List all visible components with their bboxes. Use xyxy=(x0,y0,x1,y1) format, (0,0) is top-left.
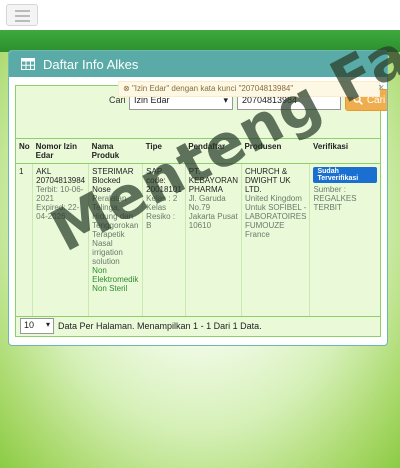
results-table: No Nomor Izin Edar Nama Produk Tipe Pend… xyxy=(16,138,380,316)
table-header-row: No Nomor Izin Edar Nama Produk Tipe Pend… xyxy=(16,138,380,164)
col-header-tipe: Tipe xyxy=(142,138,186,164)
cell-no: 1 xyxy=(16,163,34,316)
menu-toggle-button[interactable] xyxy=(6,4,38,26)
header-banner xyxy=(0,30,400,52)
izin-expired: Expired: 22-04-2026 xyxy=(36,203,80,221)
cell-tipe: SAP code: 20018101 Kelas : 2 Kelas Resik… xyxy=(142,163,186,316)
izin-number: AKL 20704813984 xyxy=(36,167,86,185)
table-row: 1 AKL 20704813984 Terbit: 10-06-2021 Exp… xyxy=(16,163,380,316)
cell-produk: STERIMAR Blocked Nose Peralatan Telinga,… xyxy=(88,163,144,316)
alkes-panel: Daftar Info Alkes Cari Izin Edar ▾ 20704… xyxy=(8,50,388,346)
pendaftar-address: Jl. Garuda No.79 Jakarta Pusat 10610 xyxy=(188,194,238,230)
produsen-address: United Kingdom Untuk SOFIBEL - LABORATOI… xyxy=(244,194,307,239)
col-header-izin: Nomor Izin Edar xyxy=(32,138,89,164)
produk-desc: Peralatan Telinga, Hidung dan Tenggoroka… xyxy=(92,194,139,266)
verif-source: Sumber : REGALKES TERBIT xyxy=(313,185,357,212)
search-alert-text: "Izin Edar" dengan kata kunci "207048139… xyxy=(131,84,294,93)
per-page-select[interactable]: 10 ▾ xyxy=(20,318,54,334)
verified-badge: Sudah Terverifikasi xyxy=(313,167,377,183)
close-circle-icon: ⊗ xyxy=(123,84,130,93)
cell-izin: AKL 20704813984 Terbit: 10-06-2021 Expir… xyxy=(32,163,90,316)
izin-terbit: Terbit: 10-06-2021 xyxy=(36,185,84,203)
col-header-no: No xyxy=(16,138,33,164)
tipe-resiko: Kelas Resiko : B xyxy=(146,203,176,230)
tipe-kelas: Kelas : 2 xyxy=(146,194,178,203)
per-page-value: 10 xyxy=(24,320,35,330)
panel-title: Daftar Info Alkes xyxy=(43,56,139,72)
chevron-down-icon: ▾ xyxy=(45,320,50,329)
produk-status: Non Elektromedik Non Steril xyxy=(92,266,139,293)
cell-pendaftar: PT. KEBAYORAN PHARMA Jl. Garuda No.79 Ja… xyxy=(185,163,242,316)
close-icon[interactable]: × xyxy=(378,82,384,94)
produsen-name: CHURCH & DWIGHT UK LTD. xyxy=(244,167,291,194)
table-icon xyxy=(21,58,35,70)
cell-produsen: CHURCH & DWIGHT UK LTD. United Kingdom U… xyxy=(241,163,311,316)
produk-name: STERIMAR Blocked Nose xyxy=(92,167,134,194)
pendaftar-name: PT. KEBAYORAN PHARMA xyxy=(188,167,238,194)
tipe-sap: SAP code: 20018101 xyxy=(146,167,182,194)
panel-header: Daftar Info Alkes xyxy=(9,51,387,77)
search-alert: ⊗ "Izin Edar" dengan kata kunci "2070481… xyxy=(118,81,380,97)
top-navbar xyxy=(0,0,400,30)
col-header-verifikasi: Verifikasi xyxy=(309,138,380,164)
col-header-produsen: Produsen xyxy=(241,138,310,164)
pagination-summary: Data Per Halaman. Menampilkan 1 - 1 Dari… xyxy=(58,321,262,331)
col-header-pendaftar: Pendaftar xyxy=(185,138,242,164)
table-footer: 10 ▾ Data Per Halaman. Menampilkan 1 - 1… xyxy=(16,315,380,336)
col-header-produk: Nama Produk xyxy=(88,138,143,164)
cell-verifikasi: Sudah Terverifikasi Sumber : REGALKES TE… xyxy=(310,164,380,316)
search-results-box: Cari Izin Edar ▾ 20704813984 Cari ⊗ "Izi… xyxy=(15,81,387,337)
